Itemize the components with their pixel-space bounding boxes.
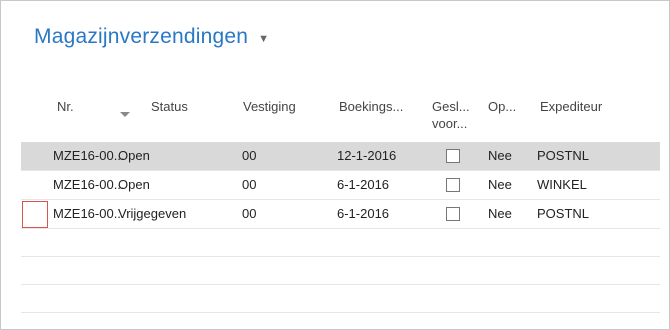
column-header-expediteur[interactable]: Expediteur <box>540 98 602 115</box>
column-header-gesloten[interactable]: Gesl... voor... <box>432 98 470 132</box>
cell-nr[interactable]: MZE16-00... <box>53 177 125 192</box>
caret-down-icon[interactable]: ▼ <box>258 33 269 45</box>
page-title-text[interactable]: Magazijnverzendingen <box>34 25 248 49</box>
cell-expediteur: POSTNL <box>537 148 590 163</box>
shipments-table: Nr. Status Vestiging Boekings... Gesl...… <box>21 92 660 313</box>
cell-vestiging: 00 <box>242 177 257 192</box>
gesloten-checkbox[interactable] <box>446 207 460 221</box>
column-header-op[interactable]: Op... <box>488 98 516 115</box>
table-row[interactable]: MZE16-00... Open 00 6-1-2016 Nee WINKEL <box>21 171 660 200</box>
cell-op: Nee <box>488 148 512 163</box>
cell-vestiging: 00 <box>242 206 257 221</box>
cell-nr[interactable]: MZE16-00... <box>53 206 125 221</box>
table-row[interactable]: MZE16-00... Vrijgegeven 00 6-1-2016 Nee … <box>21 200 660 229</box>
cell-status: Vrijgegeven <box>118 206 187 221</box>
cell-status: Open <box>118 177 150 192</box>
cell-vestiging: 00 <box>242 148 257 163</box>
cell-op: Nee <box>488 177 512 192</box>
cell-op: Nee <box>488 206 512 221</box>
cell-nr[interactable]: MZE16-00... <box>53 148 125 163</box>
column-header-status[interactable]: Status <box>151 98 188 115</box>
empty-row <box>21 285 660 313</box>
table-header: Nr. Status Vestiging Boekings... Gesl...… <box>21 92 660 142</box>
gesloten-checkbox[interactable] <box>446 149 460 163</box>
cell-expediteur: POSTNL <box>537 206 590 221</box>
cell-status: Open <box>118 148 150 163</box>
table-row[interactable]: MZE16-00... Open 00 12-1-2016 Nee POSTNL <box>21 142 660 171</box>
column-header-nr[interactable]: Nr. <box>57 98 74 115</box>
sort-descending-icon[interactable] <box>120 112 130 117</box>
page-title[interactable]: Magazijnverzendingen ▼ <box>34 25 269 49</box>
gesloten-checkbox[interactable] <box>446 178 460 192</box>
column-header-boekingsdatum[interactable]: Boekings... <box>339 98 403 115</box>
cell-boekingsdatum: 6-1-2016 <box>337 177 390 192</box>
empty-row <box>21 257 660 285</box>
row-selector[interactable] <box>22 201 48 228</box>
cell-boekingsdatum: 6-1-2016 <box>337 206 390 221</box>
cell-expediteur: WINKEL <box>537 177 587 192</box>
column-header-vestiging[interactable]: Vestiging <box>243 98 296 115</box>
empty-row <box>21 229 660 257</box>
cell-boekingsdatum: 12-1-2016 <box>337 148 397 163</box>
